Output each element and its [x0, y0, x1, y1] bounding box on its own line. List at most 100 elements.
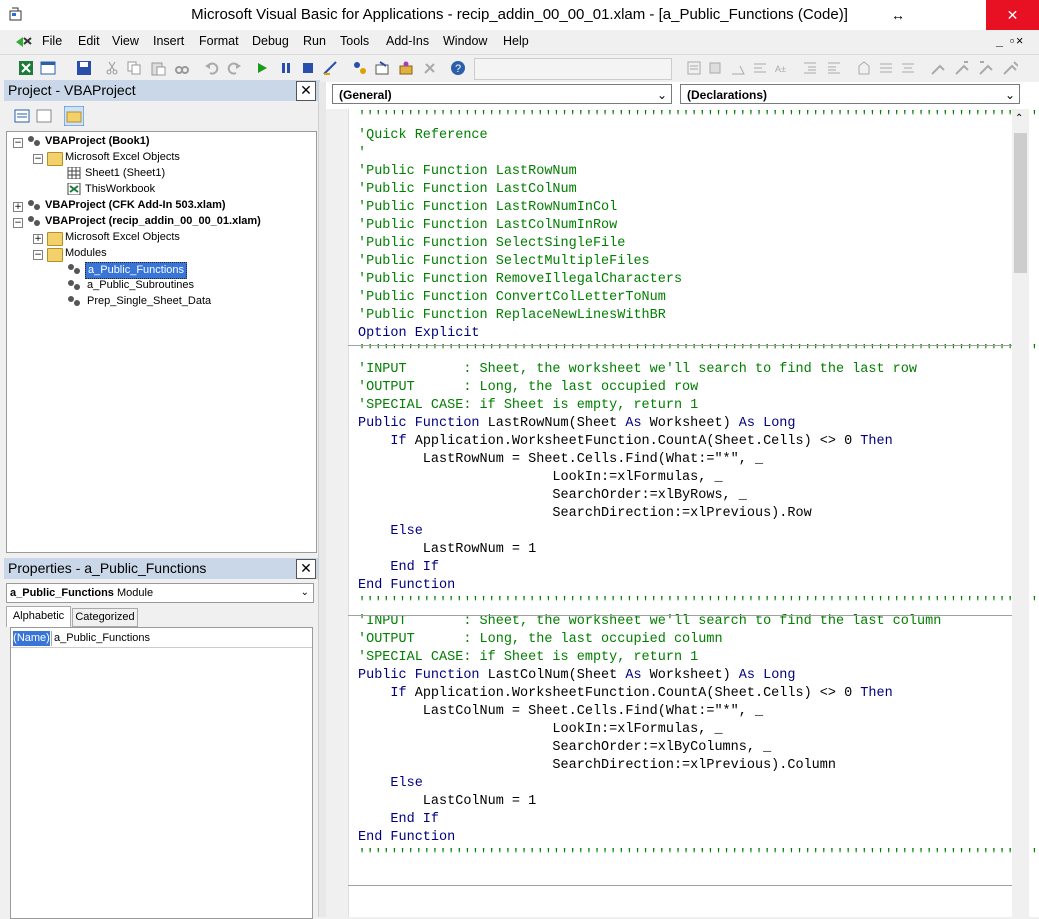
cut-icon[interactable] [104, 60, 120, 76]
tree-node-modules[interactable]: Modules [65, 246, 107, 261]
insert-userform-icon[interactable] [40, 60, 56, 76]
collapse-icon[interactable]: − [33, 154, 43, 164]
tree-node-prep-single-sheet-data[interactable]: Prep_Single_Sheet_Data [87, 294, 211, 309]
view-code-icon[interactable] [14, 108, 30, 124]
run-icon[interactable] [254, 60, 270, 76]
toggle-bookmark-icon[interactable] [930, 60, 946, 76]
constants-list-icon[interactable] [708, 60, 724, 76]
code-line[interactable]: End Function [358, 577, 455, 595]
redo-icon[interactable] [226, 60, 242, 76]
code-line[interactable]: 'Public Function LastRowNum [358, 163, 577, 181]
menu-file[interactable]: File [42, 34, 62, 48]
close-project-pane-icon[interactable]: ✕ [296, 81, 316, 101]
code-line[interactable]: End If [358, 811, 439, 829]
code-line[interactable]: 'Quick Reference [358, 127, 488, 145]
code-line[interactable]: 'Public Function SelectSingleFile [358, 235, 625, 253]
view-object-icon[interactable] [36, 108, 52, 124]
indent-icon[interactable] [802, 60, 818, 76]
comment-block-icon[interactable] [878, 60, 894, 76]
code-editor[interactable]: ''''''''''''''''''''''''''''''''''''''''… [326, 109, 1039, 917]
menu-format[interactable]: Format [199, 34, 239, 48]
tree-node-excel-objects[interactable]: Microsoft Excel Objects [65, 150, 180, 165]
minimize-doc-icon[interactable]: _ [996, 34, 1003, 48]
code-line[interactable]: Else [358, 523, 422, 541]
paste-icon[interactable] [150, 60, 166, 76]
menu-window[interactable]: Window [443, 34, 487, 48]
tree-node-vbaproject-book1[interactable]: VBAProject (Book1) [45, 134, 150, 149]
expand-icon[interactable]: + [13, 202, 23, 212]
code-line[interactable]: Public Function LastRowNum(Sheet As Work… [358, 415, 796, 433]
project-tree[interactable]: − VBAProject (Book1) − Microsoft Excel O… [6, 131, 317, 553]
close-properties-pane-icon[interactable]: ✕ [296, 559, 316, 579]
code-line[interactable]: LastRowNum = Sheet.Cells.Find(What:="*",… [358, 451, 763, 469]
code-line[interactable]: ''''''''''''''''''''''''''''''''''''''''… [358, 109, 1039, 127]
code-line[interactable]: If Application.WorksheetFunction.CountA(… [358, 685, 892, 703]
tree-node-a-public-subroutines[interactable]: a_Public_Subroutines [87, 278, 194, 293]
code-line[interactable]: End If [358, 559, 439, 577]
excel-icon[interactable] [18, 60, 34, 76]
tab-categorized[interactable]: Categorized [72, 608, 138, 627]
code-line[interactable]: 'INPUT : Sheet, the worksheet we'll sear… [358, 361, 917, 379]
code-line[interactable]: ''''''''''''''''''''''''''''''''''''''''… [358, 847, 1039, 865]
toggle-breakpoint-icon[interactable] [856, 60, 872, 76]
code-line[interactable]: Option Explicit [358, 325, 480, 343]
code-line[interactable]: 'Public Function LastColNumInRow [358, 217, 617, 235]
code-line[interactable]: 'OUTPUT : Long, the last occupied row [358, 379, 698, 397]
object-browser-icon[interactable] [398, 60, 414, 76]
tree-node-vbaproject-cfk[interactable]: VBAProject (CFK Add-In 503.xlam) [45, 198, 226, 213]
parameter-info-icon[interactable] [752, 60, 768, 76]
collapse-icon[interactable]: − [13, 138, 23, 148]
break-icon[interactable] [278, 60, 294, 76]
menu-tools[interactable]: Tools [340, 34, 369, 48]
menu-add-ins[interactable]: Add-Ins [386, 34, 429, 48]
code-line[interactable]: 'OUTPUT : Long, the last occupied column [358, 631, 723, 649]
tree-node-a-public-functions[interactable]: a_Public_Functions [85, 262, 188, 279]
toggle-folders-icon[interactable] [64, 106, 84, 126]
outdent-icon[interactable] [826, 60, 842, 76]
code-line[interactable]: 'Public Function SelectMultipleFiles [358, 253, 650, 271]
project-explorer-icon[interactable] [352, 60, 368, 76]
code-line[interactable]: If Application.WorksheetFunction.CountA(… [358, 433, 892, 451]
code-line[interactable]: LastColNum = 1 [358, 793, 536, 811]
complete-word-icon[interactable]: A± [774, 60, 790, 76]
design-mode-icon[interactable] [322, 60, 338, 76]
code-line[interactable]: 'SPECIAL CASE: if Sheet is empty, return… [358, 649, 698, 667]
code-line[interactable]: 'Public Function LastColNum [358, 181, 577, 199]
menu-edit[interactable]: Edit [78, 34, 100, 48]
prop-name-cell[interactable]: (Name) [13, 631, 50, 646]
restore-size-icon[interactable]: ↔ [880, 0, 916, 30]
prop-value-cell[interactable]: a_Public_Functions [54, 631, 150, 646]
object-selector[interactable]: a_Public_Functions Module ⌄ [6, 583, 314, 603]
code-line[interactable]: SearchDirection:=xlPrevious).Column [358, 757, 836, 775]
copy-icon[interactable] [126, 60, 142, 76]
vertical-scrollbar[interactable]: ⌃ [1012, 109, 1029, 917]
toolbox-icon[interactable] [422, 60, 438, 76]
code-line[interactable]: Public Function LastColNum(Sheet As Work… [358, 667, 796, 685]
restore-doc-icon[interactable]: ▫ [1010, 34, 1014, 48]
excel-view-icon[interactable] [14, 34, 34, 50]
code-line[interactable]: SearchOrder:=xlByColumns, _ [358, 739, 771, 757]
tab-alphabetic[interactable]: Alphabetic [6, 606, 71, 627]
menu-help[interactable]: Help [503, 34, 529, 48]
code-line[interactable]: SearchOrder:=xlByRows, _ [358, 487, 746, 505]
save-icon[interactable] [76, 60, 92, 76]
expand-icon[interactable]: + [33, 234, 43, 244]
code-line[interactable]: ' [358, 145, 366, 163]
uncomment-block-icon[interactable] [900, 60, 916, 76]
code-line[interactable]: SearchDirection:=xlPrevious).Row [358, 505, 811, 523]
code-line[interactable]: 'Public Function RemoveIllegalCharacters [358, 271, 682, 289]
tree-node-sheet1[interactable]: Sheet1 (Sheet1) [85, 166, 165, 181]
tree-node-excel-objects[interactable]: Microsoft Excel Objects [65, 230, 180, 245]
menu-view[interactable]: View [112, 34, 139, 48]
scrollbar-thumb[interactable] [1014, 133, 1027, 273]
object-combo[interactable]: (General) ⌄ [332, 84, 672, 104]
collapse-icon[interactable]: − [13, 218, 23, 228]
code-line[interactable]: LastColNum = Sheet.Cells.Find(What:="*",… [358, 703, 763, 721]
clear-bookmarks-icon[interactable] [1002, 60, 1018, 76]
code-line[interactable]: 'Public Function ReplaceNewLinesWithBR [358, 307, 666, 325]
properties-list-icon[interactable] [686, 60, 702, 76]
next-bookmark-icon[interactable] [954, 60, 970, 76]
code-line[interactable]: 'Public Function ConvertColLetterToNum [358, 289, 666, 307]
procedure-combo[interactable]: (Declarations) ⌄ [680, 84, 1020, 104]
code-line[interactable]: ''''''''''''''''''''''''''''''''''''''''… [358, 595, 1039, 613]
